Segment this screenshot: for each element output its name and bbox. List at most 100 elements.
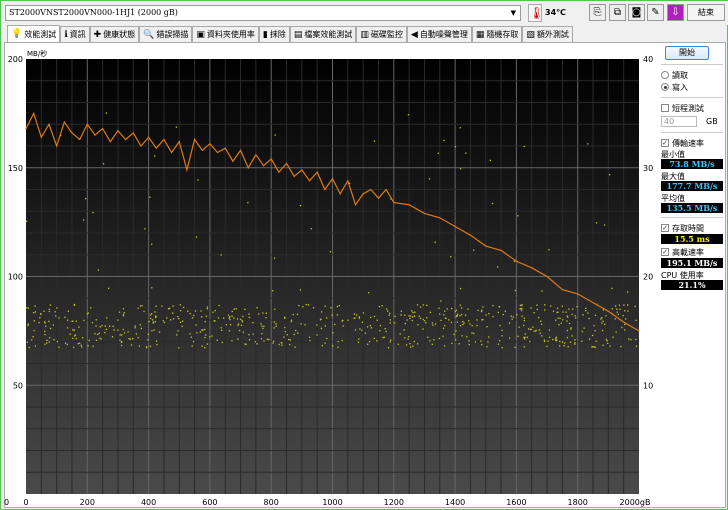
burst-rate-checkbox[interactable]: ✓ 高載速率: [661, 246, 723, 258]
access-time-checkbox[interactable]: ✓ 存取時間: [661, 222, 723, 234]
access-time-point: [204, 346, 206, 349]
access-time-point: [34, 311, 37, 313]
short-stroke-checkbox[interactable]: 短程測試: [661, 102, 723, 114]
access-time-point: [487, 341, 489, 343]
screenshot-icon[interactable]: ◙: [628, 4, 645, 21]
access-value: 15.5 ms: [661, 234, 723, 244]
access-time-point: [616, 311, 618, 313]
access-time-point: [358, 316, 360, 318]
drive-select[interactable]: ST2000VNST2000VN000-1HJ1 (2000 gB) ▼: [5, 5, 521, 21]
access-time-point: [571, 313, 573, 316]
access-time-point: [262, 327, 264, 330]
access-time-point: [332, 332, 334, 334]
access-time-point: [225, 324, 228, 326]
write-radio[interactable]: 寫入: [661, 81, 723, 93]
min-value: 73.8 MB/s: [661, 159, 723, 169]
access-time-point: [489, 159, 491, 162]
access-time-point: [244, 343, 246, 345]
access-time-point: [227, 314, 230, 316]
save-icon[interactable]: ⇩: [667, 4, 684, 21]
access-time-point: [400, 310, 402, 312]
access-time-point: [81, 346, 83, 348]
access-time-point: [129, 338, 131, 340]
tab-monitor[interactable]: ▥ 磁碟監控: [356, 26, 407, 42]
exit-button[interactable]: 結束: [687, 4, 725, 21]
access-time-point: [256, 343, 258, 345]
access-time-point: [229, 324, 232, 326]
transfer-rate-point: [40, 136, 42, 138]
transfer-rate-point: [278, 171, 280, 173]
access-time-point: [118, 311, 121, 313]
x-tick-label: 1600: [506, 498, 526, 507]
copy-text-icon[interactable]: ⧉: [609, 4, 626, 21]
access-time-point: [49, 304, 52, 306]
access-time-point: [155, 305, 157, 307]
transfer-rate-point: [163, 138, 165, 141]
benchmark-chart: 0 200 400 600 800 1000 1200 1400 1600 1800 2000gB5…: [4, 49, 653, 507]
access-time-point: [532, 326, 534, 328]
access-time-point: [481, 319, 483, 321]
access-time-point: [26, 220, 28, 222]
transfer-rate-checkbox[interactable]: ✓ 傳輸速率: [661, 137, 723, 149]
access-time-point: [216, 339, 218, 341]
tab-extra-tests[interactable]: ▧ 額外測試: [522, 26, 573, 42]
access-time-point: [121, 334, 123, 336]
access-time-point: [512, 316, 515, 318]
access-time-point: [433, 339, 435, 341]
tab-erase[interactable]: ▮ 抹除: [258, 26, 290, 42]
tab-benchmark[interactable]: 💡 效能測試: [7, 25, 61, 42]
access-time-point: [320, 311, 323, 313]
access-time-point: [533, 312, 535, 314]
access-time-point: [310, 228, 312, 230]
access-time-point: [373, 140, 376, 142]
access-time-point: [428, 178, 431, 180]
short-stroke-input[interactable]: 40: [661, 115, 697, 127]
access-time-point: [228, 330, 230, 332]
x-tick-label: 0: [23, 498, 28, 507]
access-time-point: [455, 309, 458, 311]
access-time-point: [167, 308, 170, 310]
access-time-point: [104, 325, 106, 327]
access-time-point: [155, 340, 158, 342]
access-time-point: [547, 340, 549, 342]
tab-random-access[interactable]: ▦ 隨機存取: [471, 26, 523, 42]
tab-folder[interactable]: ▣ 資料夾使用率: [192, 26, 259, 42]
tab-info[interactable]: ℹ 資訊: [60, 26, 90, 42]
access-time-point: [593, 346, 596, 348]
x-tick-label: 1000: [322, 498, 342, 507]
tab-health[interactable]: ✚ 健康狀態: [89, 26, 140, 42]
access-time-point: [548, 329, 551, 331]
access-time-point: [521, 304, 523, 306]
access-time-point: [33, 320, 35, 322]
tab-speaker[interactable]: ◀ 自動噪聲管理: [406, 26, 472, 42]
access-time-point: [581, 330, 583, 333]
access-time-point: [221, 341, 223, 344]
avg-value: 135.5 MB/s: [661, 203, 723, 213]
access-time-point: [571, 335, 573, 337]
read-radio[interactable]: 讀取: [661, 69, 723, 81]
access-time-point: [122, 308, 125, 310]
transfer-rate-point: [515, 260, 518, 262]
access-time-point: [284, 327, 286, 329]
access-time-point: [462, 323, 464, 326]
access-time-point: [139, 324, 141, 326]
access-time-point: [373, 315, 376, 318]
tab-scan[interactable]: 🔍 錯誤掃描: [139, 26, 193, 42]
access-time-point: [252, 333, 254, 335]
y2-tick-label: 10: [643, 381, 653, 390]
access-time-point: [414, 311, 416, 313]
access-time-point: [85, 197, 87, 200]
access-time-point: [384, 327, 386, 330]
access-time-point: [80, 344, 82, 346]
access-time-point: [334, 323, 336, 326]
tab-file-benchmark[interactable]: ▤ 檔案效能測試: [289, 26, 357, 42]
copy-info-icon[interactable]: ⎘: [589, 4, 606, 21]
access-time-point: [153, 329, 155, 331]
tab-label: 效能測試: [24, 29, 57, 39]
access-time-point: [44, 343, 46, 345]
start-button[interactable]: 開始: [665, 46, 709, 60]
access-time-point: [231, 340, 233, 342]
access-time-point: [556, 307, 559, 309]
access-time-point: [336, 314, 338, 316]
options-icon[interactable]: ✎: [647, 4, 664, 21]
